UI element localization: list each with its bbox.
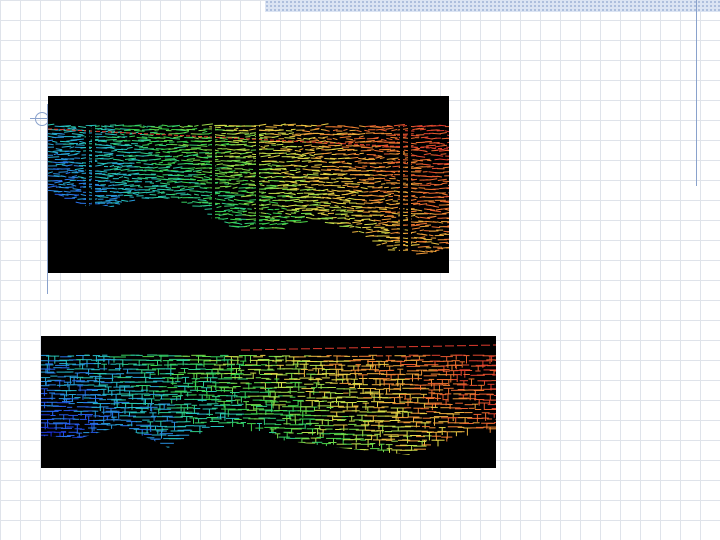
sonar-profile-image-top <box>48 96 449 273</box>
bullet-circle-icon <box>35 112 49 126</box>
sonar-profile-bottom-svg <box>41 344 496 468</box>
decorative-top-band <box>265 0 720 12</box>
sonar-profile-top-svg <box>48 123 449 273</box>
sonar-profile-image-bottom <box>41 336 496 468</box>
decorative-vertical-rule-right <box>696 0 697 186</box>
